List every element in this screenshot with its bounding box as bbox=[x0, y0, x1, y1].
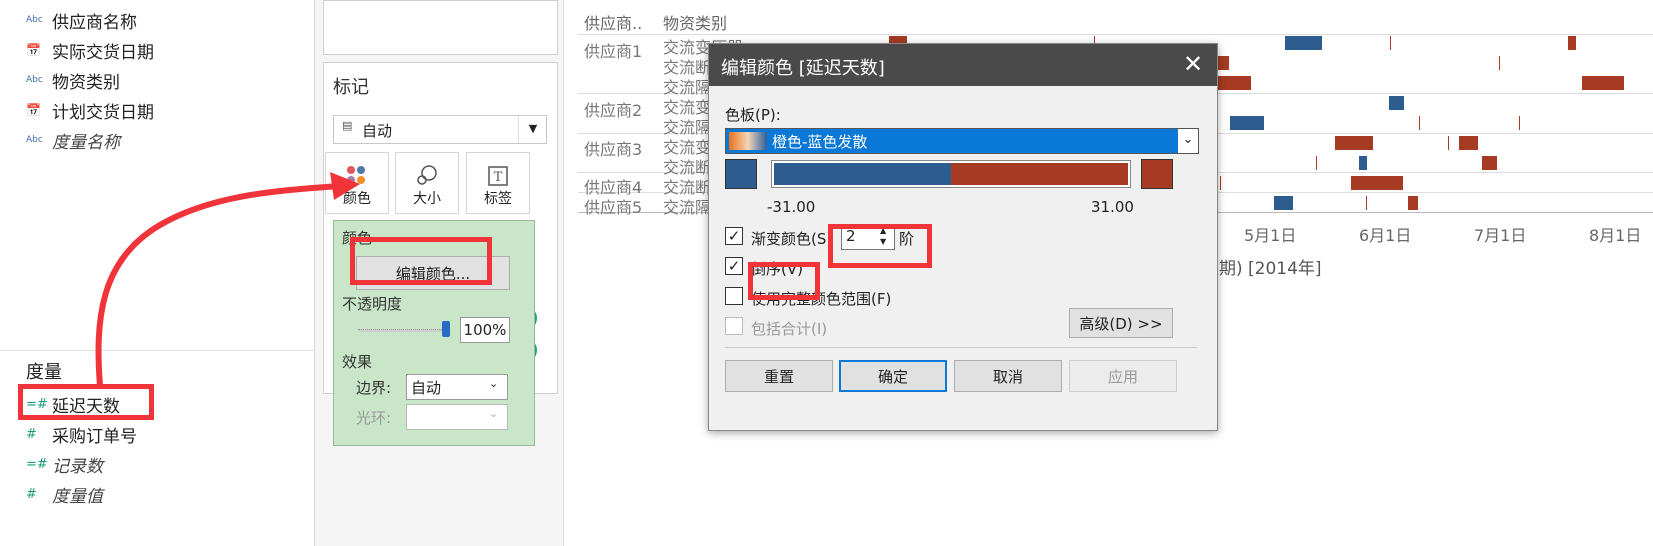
annotation-arrow bbox=[95, 172, 360, 389]
